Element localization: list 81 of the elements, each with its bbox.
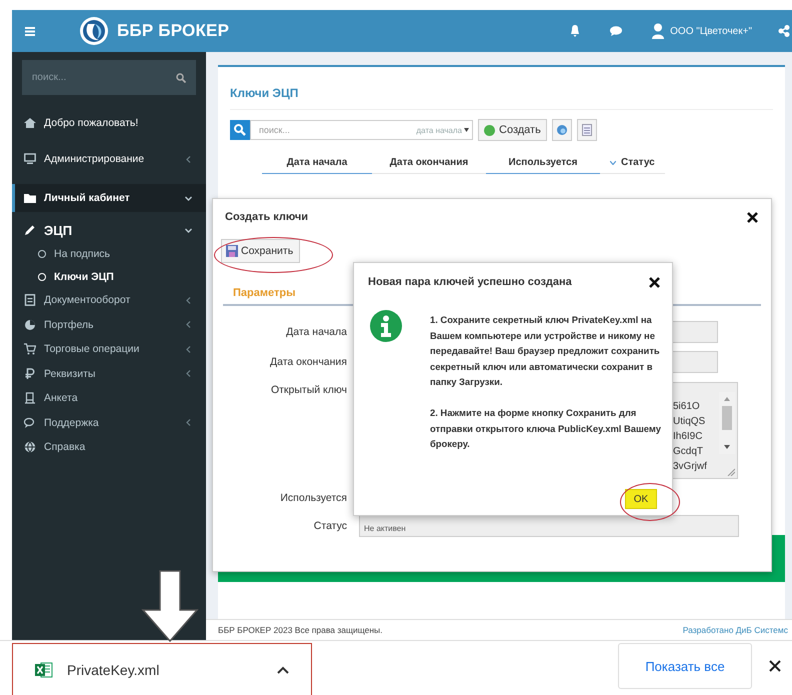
- message-text: 2. Нажмите на форме кнопку Сохранить для отправки открытого ключа PublicKey.xml Вашему брокеру.: [430, 406, 662, 452]
- annotation-ellipse: [620, 483, 680, 521]
- document-icon: [24, 294, 36, 306]
- ruble-icon: [24, 368, 36, 380]
- search-button-icon[interactable]: [230, 120, 250, 140]
- share-icon[interactable]: [778, 25, 790, 37]
- menu-icon[interactable]: [25, 26, 35, 36]
- page-title: Ключи ЭЦП: [230, 67, 773, 110]
- chevron-up-icon[interactable]: [277, 666, 289, 674]
- sidebar-item[interactable]: Справка: [12, 435, 206, 460]
- sidebar-item[interactable]: Администрирование: [12, 141, 206, 177]
- sidebar-item[interactable]: Добро пожаловать!: [12, 105, 206, 141]
- table-icon: [582, 124, 592, 136]
- chevron-icon: [185, 194, 192, 202]
- field-label: Дата начала: [285, 326, 347, 338]
- chevron-icon: [185, 346, 192, 353]
- resize-grip-icon: [727, 468, 735, 476]
- search-icon: [176, 72, 186, 82]
- info-icon: [370, 310, 402, 342]
- sidebar-item[interactable]: Личный кабинет: [12, 184, 206, 212]
- sidebar-item[interactable]: ЭЦП: [12, 218, 206, 242]
- sidebar-item[interactable]: Документооборот: [12, 288, 206, 312]
- chevron-icon: [185, 296, 192, 304]
- column-header[interactable]: Дата начала: [262, 153, 372, 174]
- chevron-icon: [185, 321, 192, 328]
- export-button[interactable]: [576, 119, 597, 141]
- field-label: Дата окончания: [268, 356, 347, 368]
- user-icon: [652, 23, 664, 39]
- create-button[interactable]: Создать: [478, 119, 547, 141]
- chat-icon: [24, 416, 36, 429]
- circle-icon: [38, 272, 46, 280]
- save-button[interactable]: Сохранить: [221, 239, 300, 263]
- sidebar-item[interactable]: Ключи ЭЦП: [12, 265, 206, 288]
- home-icon: [24, 117, 36, 129]
- input-field[interactable]: [672, 351, 718, 373]
- chevron-icon: [185, 419, 192, 426]
- ok-button[interactable]: OK: [625, 489, 657, 509]
- pencil-icon: [24, 224, 36, 236]
- brand-name[interactable]: ББР БРОКЕР: [117, 21, 230, 41]
- input-field[interactable]: Не активен: [359, 515, 739, 537]
- chevron-icon: [185, 156, 192, 162]
- download-item[interactable]: PrivateKey.xml: [12, 643, 312, 695]
- sidebar-item[interactable]: Поддержка: [12, 410, 206, 435]
- sidebar-item[interactable]: Анкета: [12, 386, 206, 410]
- dialog-title: Новая пара ключей успешно создана: [368, 276, 572, 288]
- developer-link[interactable]: Разработано ДиБ Системс: [682, 625, 788, 635]
- show-all-button[interactable]: Показать все: [618, 643, 752, 689]
- monitor-icon: [24, 153, 36, 165]
- copyright-text: ББР БРОКЕР 2023 Все права защищены.: [218, 625, 383, 635]
- sidebar-item[interactable]: Реквизиты: [12, 362, 206, 386]
- circle-icon: [38, 250, 46, 258]
- field-label: Статус: [312, 520, 347, 532]
- message-text: 1. Сохраните секретный ключ PrivateKey.xml на Вашем компьютере или устройстве и никому не передавайте! Ваш браузер предложит сохранить секретный ключ или автоматически сохранит в папку Загрузки.: [430, 313, 661, 390]
- chevron-icon: [185, 370, 192, 378]
- sidebar-item[interactable]: Портфель: [12, 312, 206, 337]
- column-header[interactable]: Дата окончания: [372, 153, 486, 174]
- cart-icon: [24, 343, 36, 356]
- sidebar-item[interactable]: На подпись: [12, 242, 206, 265]
- pie-chart-icon: [24, 318, 36, 331]
- bell-icon[interactable]: [570, 25, 580, 37]
- field-label: Используется: [279, 492, 347, 504]
- folder-icon: [24, 192, 36, 204]
- chat-icon[interactable]: [610, 26, 622, 36]
- column-header[interactable]: Используется: [486, 153, 600, 174]
- column-header[interactable]: Статус: [600, 153, 665, 174]
- close-icon[interactable]: [649, 276, 660, 288]
- logo-icon[interactable]: [79, 16, 109, 46]
- spreadsheet-file-icon: [35, 661, 53, 679]
- modal-title: Создать ключи: [225, 211, 308, 223]
- caret-icon: [464, 128, 469, 132]
- close-icon[interactable]: [747, 212, 758, 222]
- input-field[interactable]: [672, 321, 718, 343]
- text-area[interactable]: 5i61O UtiqQS Ih6I9C GcdqT 3vGrjwf: [672, 382, 738, 479]
- field-label: Открытый ключ: [270, 384, 347, 396]
- chevron-icon: [185, 226, 192, 234]
- close-icon[interactable]: [769, 660, 781, 672]
- globe-icon: [24, 441, 36, 454]
- refresh-button[interactable]: [552, 119, 572, 141]
- user-menu[interactable]: ООО "Цветочек+": [652, 23, 752, 39]
- sidebar-item[interactable]: Торговые операции: [12, 337, 206, 362]
- sort-caret-icon: [610, 160, 616, 164]
